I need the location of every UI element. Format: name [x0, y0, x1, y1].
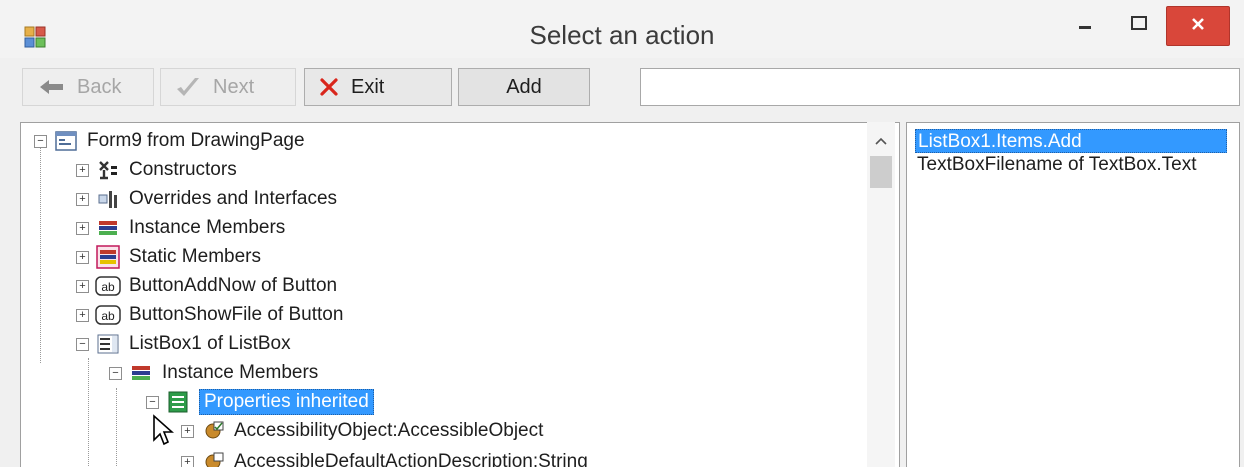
tree-item-label: ButtonAddNow of Button [129, 275, 338, 296]
listbox-control-icon [95, 331, 121, 357]
tree-item-properties-inherited[interactable]: − Properties inherited [146, 387, 374, 417]
expand-icon[interactable]: + [76, 250, 89, 264]
tree-item-label: AccessibilityObject:AccessibleObject [234, 420, 544, 441]
back-label: Back [77, 75, 122, 98]
scroll-up-button[interactable] [867, 130, 895, 152]
next-label: Next [213, 75, 255, 98]
tree-item-button-show-file[interactable]: + ab ButtonShowFile of Button [76, 300, 343, 330]
tree-item-label: Static Members [129, 246, 261, 267]
title-bar: Select an action [0, 0, 1244, 58]
minimize-button[interactable] [1064, 6, 1106, 44]
window-title: Select an action [529, 20, 715, 50]
chevron-up-icon [875, 132, 887, 150]
expand-icon[interactable]: + [76, 308, 89, 322]
tree-item-label: ListBox1 of ListBox [129, 333, 291, 354]
form-icon [53, 128, 79, 154]
tree-item-constructors[interactable]: + Constructors [76, 155, 237, 185]
tree-connector-line [88, 358, 89, 467]
expand-icon[interactable]: + [181, 424, 194, 438]
exit-x-icon [319, 77, 339, 97]
tree-item-label: ButtonShowFile of Button [129, 304, 344, 325]
property-object-icon [200, 418, 226, 444]
static-members-icon [95, 244, 121, 270]
tree-item-button-add-now[interactable]: + ab ButtonAddNow of Button [76, 271, 337, 301]
tree-connector-line [40, 143, 41, 363]
scroll-thumb[interactable] [870, 156, 892, 188]
tree-item-instance-members[interactable]: + Instance Members [76, 213, 285, 243]
properties-icon [165, 389, 191, 415]
collapse-icon[interactable]: − [146, 395, 159, 409]
next-button[interactable]: Next [160, 68, 296, 106]
tree-item-listbox1[interactable]: − ListBox1 of ListBox [76, 329, 291, 359]
expand-icon[interactable]: + [76, 221, 89, 235]
add-label: Add [506, 75, 542, 98]
tree-item-label: Properties inherited [199, 389, 374, 415]
collapse-icon[interactable]: − [34, 134, 47, 148]
tree-item-label: Constructors [129, 159, 237, 180]
svg-text:ab: ab [101, 280, 115, 294]
instance-members-icon [95, 215, 121, 241]
tree-item-label: Overrides and Interfaces [129, 188, 338, 209]
tree-item-overrides[interactable]: + Overrides and Interfaces [76, 184, 337, 214]
tree-item-accessible-default-action[interactable]: + AccessibleDefaultActionDescription:Str… [181, 447, 588, 467]
close-icon [1189, 15, 1207, 38]
svg-text:ab: ab [101, 309, 115, 323]
constructors-icon [95, 157, 121, 183]
tree-item-label: Instance Members [129, 217, 286, 238]
maximize-button[interactable] [1118, 6, 1160, 44]
collapse-icon[interactable]: − [76, 337, 89, 351]
list-item[interactable]: ListBox1.Items.Add [915, 129, 1227, 153]
property-string-icon [200, 449, 226, 467]
back-arrow-icon [39, 78, 65, 96]
button-control-icon: ab [95, 302, 121, 328]
expand-icon[interactable]: + [76, 163, 89, 177]
mouse-cursor-icon [152, 414, 175, 451]
tree-item-label: Form9 from DrawingPage [87, 130, 305, 151]
expand-icon[interactable]: + [76, 192, 89, 206]
toolbar: Back Next Exit Add [0, 62, 1244, 114]
tree-connector-line [116, 388, 117, 467]
overrides-icon [95, 186, 121, 212]
tree-item-static-members[interactable]: + Static Members [76, 242, 261, 272]
tree-item-label: Instance Members [162, 362, 319, 383]
minimize-icon [1077, 15, 1093, 36]
tree-scrollbar[interactable] [867, 122, 895, 467]
selected-actions-list[interactable]: ListBox1.Items.Add TextBoxFilename of Te… [906, 122, 1240, 467]
maximize-icon [1130, 15, 1148, 36]
expand-icon[interactable]: + [181, 455, 194, 467]
tree-item-form9[interactable]: − Form9 from DrawingPage [34, 126, 305, 156]
add-button[interactable]: Add [458, 68, 590, 106]
checkmark-icon [175, 76, 201, 98]
back-button[interactable]: Back [22, 68, 154, 106]
collapse-icon[interactable]: − [109, 366, 122, 380]
tree-item-label: AccessibleDefaultActionDescription:Strin… [234, 451, 588, 467]
action-name-input[interactable] [640, 68, 1240, 106]
list-item[interactable]: TextBoxFilename of TextBox.Text [915, 153, 1197, 177]
tree-item-accessibility-object[interactable]: + AccessibilityObject:AccessibleObject [181, 416, 543, 446]
select-action-window: Select an action Back Next Exit Add − Fo… [0, 0, 1244, 467]
exit-label: Exit [351, 75, 385, 98]
tree-item-listbox-instance-members[interactable]: − Instance Members [109, 358, 318, 388]
expand-icon[interactable]: + [76, 279, 89, 293]
button-control-icon: ab [95, 273, 121, 299]
close-button[interactable] [1166, 6, 1230, 46]
instance-members-icon [128, 360, 154, 386]
exit-button[interactable]: Exit [304, 68, 452, 106]
